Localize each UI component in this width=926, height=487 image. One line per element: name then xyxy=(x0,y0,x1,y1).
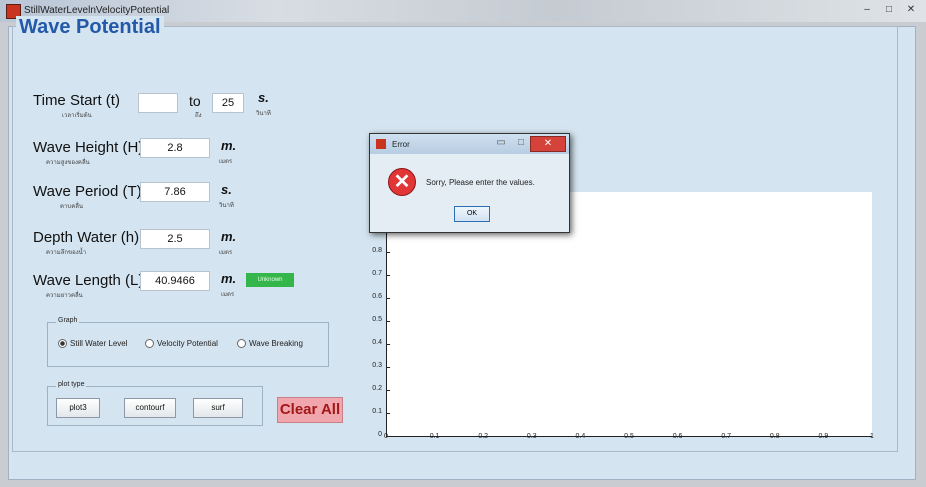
time-end-input[interactable]: 25 xyxy=(212,93,244,113)
error-dialog: Error ▭ □ ✕ ✕ Sorry, Please enter the va… xyxy=(369,133,570,233)
y-tick-label: 0.7 xyxy=(372,270,382,277)
wave-length-thai: ความยาวคลื่น xyxy=(46,293,83,299)
wave-height-unit-thai: เมตร xyxy=(219,159,233,165)
x-tick-label: 1 xyxy=(870,433,874,440)
x-tick-label: 0.6 xyxy=(672,433,683,440)
y-tick-mark xyxy=(386,390,390,391)
wave-height-unit: m. xyxy=(221,138,237,153)
ok-button[interactable]: OK xyxy=(454,206,490,222)
y-tick-mark xyxy=(386,252,390,253)
minimize-icon[interactable]: ▭ xyxy=(490,136,512,150)
wave-height-label: Wave Height (H) xyxy=(33,139,144,156)
radio-label: Wave Breaking xyxy=(249,339,303,348)
x-tick-label: 0.7 xyxy=(721,433,732,440)
unknown-badge: Unknown xyxy=(246,273,294,287)
clear-all-button[interactable]: Clear All xyxy=(277,397,343,423)
close-icon[interactable]: ✕ xyxy=(530,136,566,152)
time-unit-thai: วินาที xyxy=(256,111,271,117)
y-tick-mark xyxy=(386,298,390,299)
radio-unselected-icon xyxy=(237,339,246,349)
wave-length-label: Wave Length (L) xyxy=(33,272,144,289)
to-thai: ถึง xyxy=(195,113,202,119)
maximize-icon[interactable]: □ xyxy=(880,3,898,16)
wave-period-input[interactable]: 7.86 xyxy=(140,182,210,202)
x-tick-label: 0.2 xyxy=(478,433,489,440)
error-icon: ✕ xyxy=(388,168,416,196)
y-tick-label: 0.5 xyxy=(372,316,382,323)
y-tick-label: 0.2 xyxy=(372,385,382,392)
x-tick-label: 0.9 xyxy=(818,433,829,440)
y-tick-label: 0.3 xyxy=(372,362,382,369)
plot3-button[interactable]: plot3 xyxy=(56,398,100,418)
radio-unselected-icon xyxy=(145,339,154,349)
y-tick-mark xyxy=(386,275,390,276)
radio-wave-breaking[interactable]: Wave Breaking xyxy=(237,339,303,349)
wave-length-unit: m. xyxy=(221,271,237,286)
time-start-label: Time Start (t) xyxy=(33,92,120,109)
wave-height-thai: ความสูงของคลื่น xyxy=(46,160,90,166)
to-label: to xyxy=(189,93,201,109)
y-tick-label: 0.8 xyxy=(372,247,382,254)
wave-period-label: Wave Period (T) xyxy=(33,183,142,200)
wave-period-unit-thai: วินาที xyxy=(219,203,234,209)
y-tick-mark xyxy=(386,344,390,345)
dialog-title-bar: Error ▭ □ ✕ xyxy=(370,134,569,154)
radio-label: Still Water Level xyxy=(70,339,128,348)
depth-water-unit: m. xyxy=(221,229,237,244)
wave-period-thai: คาบคลื่น xyxy=(60,204,83,210)
y-tick-mark xyxy=(386,321,390,322)
wave-length-unit-thai: เมตร xyxy=(221,292,235,298)
depth-water-unit-thai: เมตร xyxy=(219,250,233,256)
y-tick-mark xyxy=(386,413,390,414)
depth-water-input[interactable]: 2.5 xyxy=(140,229,210,249)
matlab-icon xyxy=(376,139,386,149)
time-unit: s. xyxy=(258,90,269,105)
y-tick-label: 0.6 xyxy=(372,293,382,300)
panel-title: Wave Potential xyxy=(16,16,164,39)
depth-water-thai: ความลึกของน้ำ xyxy=(46,250,87,256)
surf-button[interactable]: surf xyxy=(193,398,243,418)
contourf-button[interactable]: contourf xyxy=(124,398,176,418)
y-tick-label: 0.4 xyxy=(372,339,382,346)
dialog-message: Sorry, Please enter the values. xyxy=(426,178,535,187)
radio-velocity-potential[interactable]: Velocity Potential xyxy=(145,339,218,349)
window-title: StillWaterLevelnVelocityPotential xyxy=(24,5,170,16)
graph-group-title: Graph xyxy=(56,317,80,324)
x-tick-label: 0.1 xyxy=(429,433,440,440)
y-tick-mark xyxy=(386,367,390,368)
wave-length-output: 40.9466 xyxy=(140,271,210,291)
x-tick-label: 0.4 xyxy=(575,433,586,440)
radio-still-water-level[interactable]: Still Water Level xyxy=(58,339,128,349)
maximize-icon[interactable]: □ xyxy=(512,136,530,150)
wave-period-unit: s. xyxy=(221,182,232,197)
x-tick-label: 0.8 xyxy=(769,433,780,440)
x-tick-label: 0 xyxy=(384,433,388,440)
x-tick-label: 0.5 xyxy=(624,433,634,440)
time-start-thai: เวลาเริ่มต้น xyxy=(62,113,92,119)
time-start-input[interactable] xyxy=(138,93,178,113)
y-tick-label: 0.1 xyxy=(372,408,382,415)
depth-water-label: Depth Water (h) xyxy=(33,229,140,246)
radio-selected-icon xyxy=(58,339,67,349)
dialog-title: Error xyxy=(392,140,410,149)
x-tick-label: 0.3 xyxy=(526,433,537,440)
plot-type-group-title: plot type xyxy=(56,381,87,388)
close-icon[interactable]: ✕ xyxy=(902,3,920,16)
wave-height-input[interactable]: 2.8 xyxy=(140,138,210,158)
radio-label: Velocity Potential xyxy=(157,339,218,348)
minimize-icon[interactable]: – xyxy=(858,3,876,16)
